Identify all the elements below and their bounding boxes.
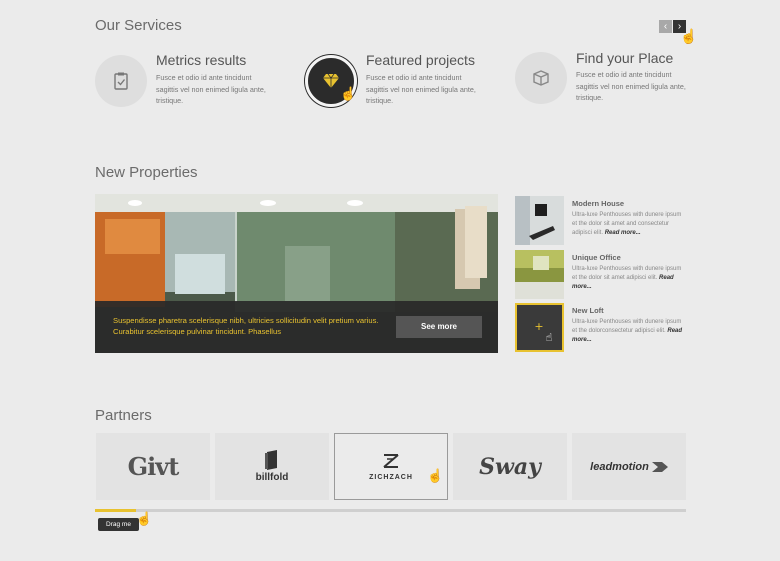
service-text: Fusce et odio id ante tincidunt sagittis… (576, 70, 686, 102)
partner-logo-billfold[interactable]: billfold (215, 433, 329, 500)
service-title: Featured projects (366, 52, 475, 68)
property-thumbnail[interactable] (515, 250, 564, 299)
zichzach-z-icon (383, 454, 399, 468)
leadmotion-logo: leadmotion (590, 461, 668, 473)
read-more-link[interactable]: Read more... (605, 230, 641, 236)
service-text: Fusce et odio id ante tincidunt sagittis… (366, 73, 476, 105)
hand-cursor-icon: ☝ (427, 468, 444, 483)
partner-logo-sway[interactable]: Sway (453, 433, 567, 500)
hand-cursor-icon: ☝ (680, 28, 698, 44)
box-icon (515, 52, 567, 104)
partner-logo-givt[interactable]: Givt (96, 433, 210, 500)
svg-text:☝: ☝ (546, 331, 553, 344)
property-name: Unique Office (572, 253, 621, 262)
partner-logo-zichzach[interactable]: ZICHZACH ☝ (334, 433, 448, 500)
featured-caption-bar: Suspendisse pharetra scelerisque nibh, u… (95, 301, 498, 353)
leadmotion-arrow-icon (651, 461, 668, 472)
service-title: Find your Place (576, 50, 674, 66)
featured-caption-text: Suspendisse pharetra scelerisque nibh, u… (113, 316, 379, 336)
property-list-item[interactable]: Modern House Ultra-luxe Penthouses with … (515, 196, 690, 245)
properties-title: New Properties (95, 164, 198, 181)
clipboard-check-icon (95, 55, 147, 107)
zichzach-logo-text: ZICHZACH (369, 474, 413, 481)
partners-scroll-track[interactable] (95, 509, 686, 512)
billfold-wallet-icon (265, 450, 277, 470)
property-list-item[interactable]: + ☝ New Loft Ultra-luxe Penthouses with d… (515, 303, 690, 352)
property-name: Modern House (572, 199, 625, 208)
partners-scroll-progress[interactable] (95, 509, 137, 512)
carousel-prev-button[interactable]: ‹ (659, 20, 672, 33)
property-description: Ultra-luxe Penthouses with dunere ipsum … (572, 266, 682, 290)
see-more-button[interactable]: See more (396, 316, 482, 338)
featured-property-image[interactable]: Suspendisse pharetra scelerisque nibh, u… (95, 194, 498, 353)
partners-title: Partners (95, 407, 152, 424)
service-title: Metrics results (156, 52, 247, 68)
svg-text:+: + (534, 320, 543, 333)
givt-logo: Givt (127, 452, 180, 481)
property-thumbnail-selected[interactable]: + ☝ (515, 303, 564, 352)
drag-me-tooltip: Drag me (98, 518, 139, 531)
property-name: New Loft (572, 306, 604, 315)
partner-logo-leadmotion[interactable]: leadmotion (572, 433, 686, 500)
sway-logo: Sway (479, 453, 541, 480)
services-title: Our Services (95, 17, 182, 34)
property-description: Ultra-luxe Penthouses with dunere ipsum … (572, 212, 682, 236)
hand-cursor-icon: ☝ (340, 86, 357, 101)
property-thumbnail[interactable] (515, 196, 564, 245)
property-list-item[interactable]: Unique Office Ultra-luxe Penthouses with… (515, 250, 690, 299)
service-text: Fusce et odio id ante tincidunt sagittis… (156, 73, 266, 105)
leadmotion-logo-text: leadmotion (590, 460, 649, 473)
property-description: Ultra-luxe Penthouses with dunere ipsum … (572, 319, 683, 343)
billfold-logo-text: billfold (255, 472, 289, 483)
